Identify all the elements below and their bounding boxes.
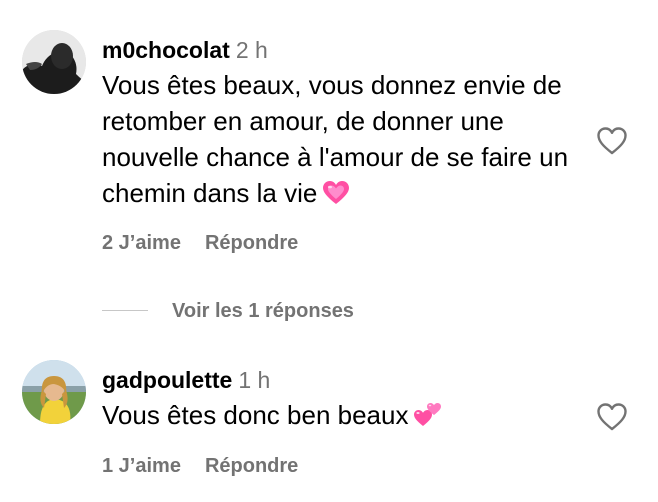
- reply-button[interactable]: Répondre: [205, 232, 298, 254]
- growing-heart-icon: [323, 178, 350, 214]
- two-hearts-icon: [414, 400, 442, 436]
- comment-actions: 1 J’aime Répondre: [102, 455, 298, 478]
- comment-text: Vous êtes donc ben beaux: [102, 397, 592, 436]
- comment-time[interactable]: 2 h: [236, 37, 268, 63]
- reply-button[interactable]: Répondre: [205, 455, 298, 477]
- replies-divider: [102, 310, 148, 311]
- like-heart-icon[interactable]: [596, 402, 628, 432]
- view-replies-button[interactable]: Voir les 1 réponses: [172, 297, 354, 325]
- avatar[interactable]: [22, 360, 86, 424]
- comment-time[interactable]: 1 h: [238, 367, 270, 393]
- likes-count[interactable]: 2 J’aime: [102, 232, 181, 254]
- likes-count[interactable]: 1 J’aime: [102, 455, 181, 477]
- like-heart-icon[interactable]: [596, 126, 628, 156]
- comment-text: Vous êtes beaux, vous donnez envie de re…: [102, 67, 592, 214]
- avatar[interactable]: [22, 30, 86, 94]
- comment-actions: 2 J’aime Répondre: [102, 232, 298, 255]
- comment-username[interactable]: gadpoulette: [102, 367, 232, 393]
- comment-text-content: Vous êtes donc ben beaux: [102, 400, 409, 430]
- comment-username[interactable]: m0chocolat: [102, 37, 230, 63]
